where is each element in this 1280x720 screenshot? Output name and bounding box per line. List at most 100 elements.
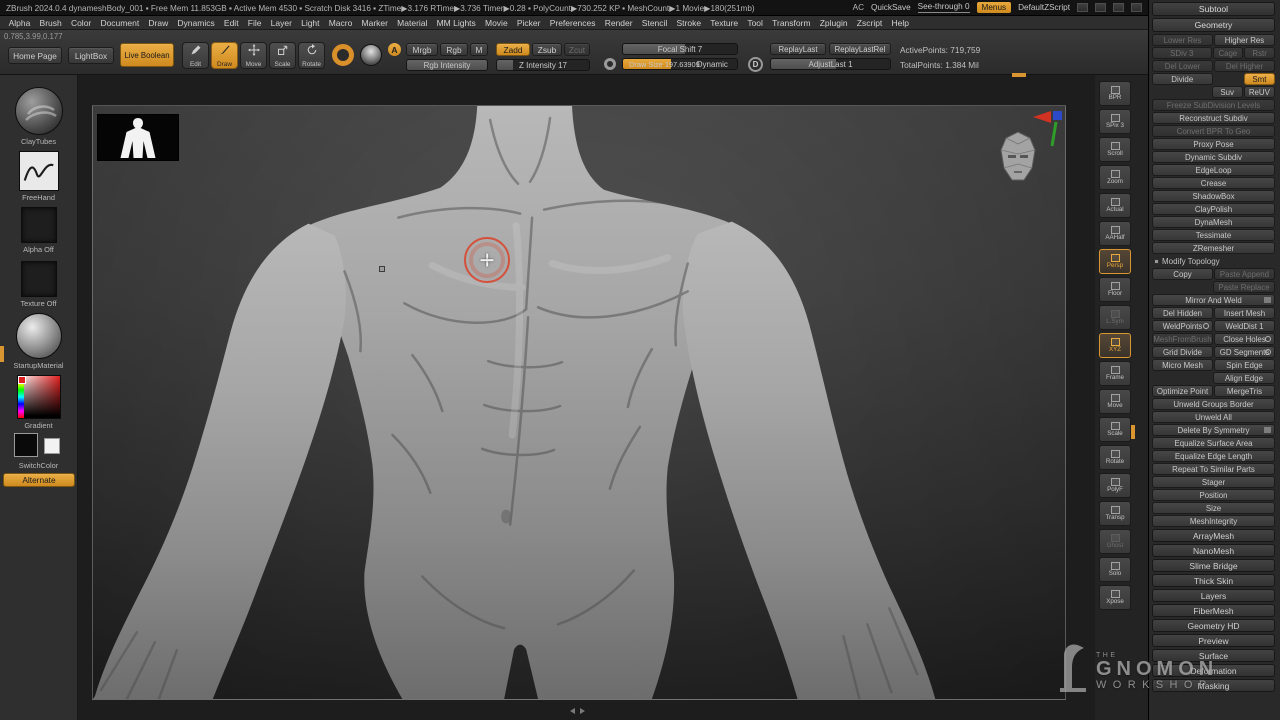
panel-button-del-higher[interactable]: Del Higher: [1214, 60, 1275, 72]
panel-button-reconstruct-subdiv[interactable]: Reconstruct Subdiv: [1152, 112, 1275, 124]
shelf-button-actual[interactable]: Actual: [1099, 193, 1131, 218]
panel-button-gd-segments[interactable]: GD Segments: [1214, 346, 1275, 358]
shelf-button-zoom[interactable]: Zoom: [1099, 165, 1131, 190]
menus-button[interactable]: Menus: [977, 2, 1012, 13]
scale-mode-button[interactable]: Scale: [269, 42, 296, 69]
panel-button-unweld-groups-border[interactable]: Unweld Groups Border: [1152, 398, 1275, 410]
menu-document[interactable]: Document: [96, 18, 144, 28]
shelf-button-scale[interactable]: Scale: [1099, 417, 1131, 442]
shelf-divider-handle[interactable]: [1012, 73, 1026, 77]
current-stroke-thumbnail[interactable]: [19, 151, 59, 191]
replay-last-button[interactable]: ReplayLast: [770, 43, 826, 55]
document-nav-thumbnail[interactable]: [97, 114, 179, 161]
panel-button-grid-divide[interactable]: Grid Divide: [1152, 346, 1213, 358]
stroke-type-icon[interactable]: [332, 44, 354, 66]
tray-arrows-icon[interactable]: [1095, 3, 1106, 12]
panel-button-meshintegrity[interactable]: MeshIntegrity: [1152, 515, 1275, 527]
panel-button-lower-res[interactable]: Lower Res: [1152, 34, 1213, 46]
menu-mm-lights[interactable]: MM Lights: [432, 18, 480, 28]
panel-button-position[interactable]: Position: [1152, 489, 1275, 501]
shelf-button-scroll[interactable]: Scroll: [1099, 137, 1131, 162]
live-boolean-button[interactable]: Live Boolean: [120, 43, 174, 67]
rgb-button[interactable]: Rgb: [440, 43, 468, 56]
panel-button-copy[interactable]: Copy: [1152, 268, 1213, 280]
replay-last-rel-button[interactable]: ReplayLastRel: [829, 43, 891, 55]
switch-color-widget[interactable]: [12, 433, 66, 459]
menu-render[interactable]: Render: [600, 18, 637, 28]
grid-icon[interactable]: [1113, 3, 1124, 12]
draw-mode-button[interactable]: Draw: [211, 42, 238, 69]
shelf-button-xpose[interactable]: Xpose: [1099, 585, 1131, 610]
canvas-scrollbar[interactable]: [570, 708, 585, 714]
panel-button-zremesher[interactable]: ZRemesher: [1152, 242, 1275, 254]
panel-section-fibermesh[interactable]: FiberMesh: [1152, 604, 1275, 617]
secondary-color-swatch[interactable]: [44, 438, 60, 454]
dynamic-toggle[interactable]: Dynamic: [697, 60, 728, 69]
zadd-button[interactable]: Zadd: [496, 43, 530, 56]
shelf-button-frame[interactable]: Frame: [1099, 361, 1131, 386]
menu-texture[interactable]: Texture: [706, 18, 743, 28]
panel-button-paste-append[interactable]: Paste Append: [1214, 268, 1275, 280]
rotate-mode-button[interactable]: Rotate: [298, 42, 325, 69]
panel-section-layers[interactable]: Layers: [1152, 589, 1275, 602]
shelf-button-bpr[interactable]: BPR: [1099, 81, 1131, 106]
move-mode-button[interactable]: Move: [240, 42, 267, 69]
panel-section-surface[interactable]: Surface: [1152, 649, 1275, 662]
shelf-button-floor[interactable]: Floor: [1099, 277, 1131, 302]
panel-section-geometry-hd[interactable]: Geometry HD: [1152, 619, 1275, 632]
menu-color[interactable]: Color: [66, 18, 96, 28]
panel-button-paste-replace[interactable]: Paste Replace: [1213, 281, 1275, 293]
texture-thumbnail[interactable]: [21, 261, 57, 297]
panel-button-equalize-surface-area[interactable]: Equalize Surface Area: [1152, 437, 1275, 449]
shelf-button-transp[interactable]: Transp: [1099, 501, 1131, 526]
panel-section-thick-skin[interactable]: Thick Skin: [1152, 574, 1275, 587]
panel-button-suv[interactable]: Suv: [1212, 86, 1243, 98]
menu-layer[interactable]: Layer: [266, 18, 296, 28]
panel-section-arraymesh[interactable]: ArrayMesh: [1152, 529, 1275, 542]
panel-button-close-holes[interactable]: Close Holes: [1214, 333, 1275, 345]
lightbox-button[interactable]: LightBox: [68, 47, 114, 64]
scroll-left-icon[interactable]: [570, 708, 575, 714]
panel-section-masking[interactable]: Masking: [1152, 679, 1275, 692]
panel-button-higher-res[interactable]: Higher Res: [1214, 34, 1275, 46]
menu-stencil[interactable]: Stencil: [637, 18, 672, 28]
current-brush-thumbnail[interactable]: [15, 87, 63, 135]
panel-button-del-hidden[interactable]: Del Hidden: [1152, 307, 1213, 319]
menu-light[interactable]: Light: [297, 18, 325, 28]
shelf-button-spix-3[interactable]: SPix 3: [1099, 109, 1131, 134]
panel-button-optimize-point[interactable]: Optimize Point: [1152, 385, 1213, 397]
panel-section-nanomesh[interactable]: NanoMesh: [1152, 544, 1275, 557]
sculpt-model[interactable]: [93, 106, 1065, 699]
panel-button-meshfrombrush[interactable]: MeshFromBrush: [1152, 333, 1213, 345]
subtool-section-header[interactable]: Subtool: [1152, 2, 1275, 16]
menu-stroke[interactable]: Stroke: [672, 18, 706, 28]
menu-zplugin[interactable]: Zplugin: [815, 18, 852, 28]
panel-section-slime-bridge[interactable]: Slime Bridge: [1152, 559, 1275, 572]
panel-button-repeat-to-similar-parts[interactable]: Repeat To Similar Parts: [1152, 463, 1275, 475]
menu-dynamics[interactable]: Dynamics: [173, 18, 220, 28]
shelf-button-ghost[interactable]: Ghost: [1099, 529, 1131, 554]
rgb-intensity-slider[interactable]: Rgb Intensity: [406, 59, 488, 71]
panel-button-stager[interactable]: Stager: [1152, 476, 1275, 488]
menu-brush[interactable]: Brush: [35, 18, 66, 28]
viewport-canvas[interactable]: [78, 75, 1095, 720]
menu-transform[interactable]: Transform: [768, 18, 816, 28]
shelf-button-persp[interactable]: Persp: [1099, 249, 1131, 274]
menu-macro[interactable]: Macro: [324, 18, 357, 28]
shelf-button-aahalf[interactable]: AAHalf: [1099, 221, 1131, 246]
see-through-slider[interactable]: See-through 0: [918, 2, 970, 13]
menu-draw[interactable]: Draw: [144, 18, 173, 28]
panel-button-insert-mesh[interactable]: Insert Mesh: [1214, 307, 1275, 319]
shelf-button-xyz[interactable]: XYZ: [1099, 333, 1131, 358]
edit-mode-button[interactable]: Edit: [182, 42, 209, 69]
shelf-button-solo[interactable]: Solo: [1099, 557, 1131, 582]
mrgb-button[interactable]: Mrgb: [406, 43, 438, 56]
panel-button-dynamic-subdiv[interactable]: Dynamic Subdiv: [1152, 151, 1275, 163]
scroll-right-icon[interactable]: [580, 708, 585, 714]
panel-button-mirror-and-weld[interactable]: Mirror And Weld: [1152, 294, 1275, 306]
panel-button-cage[interactable]: Cage: [1213, 47, 1244, 59]
panel-button-crease[interactable]: Crease: [1152, 177, 1275, 189]
panel-button-rstr[interactable]: Rstr: [1244, 47, 1275, 59]
menu-help[interactable]: Help: [887, 18, 914, 28]
panel-button-size[interactable]: Size: [1152, 502, 1275, 514]
